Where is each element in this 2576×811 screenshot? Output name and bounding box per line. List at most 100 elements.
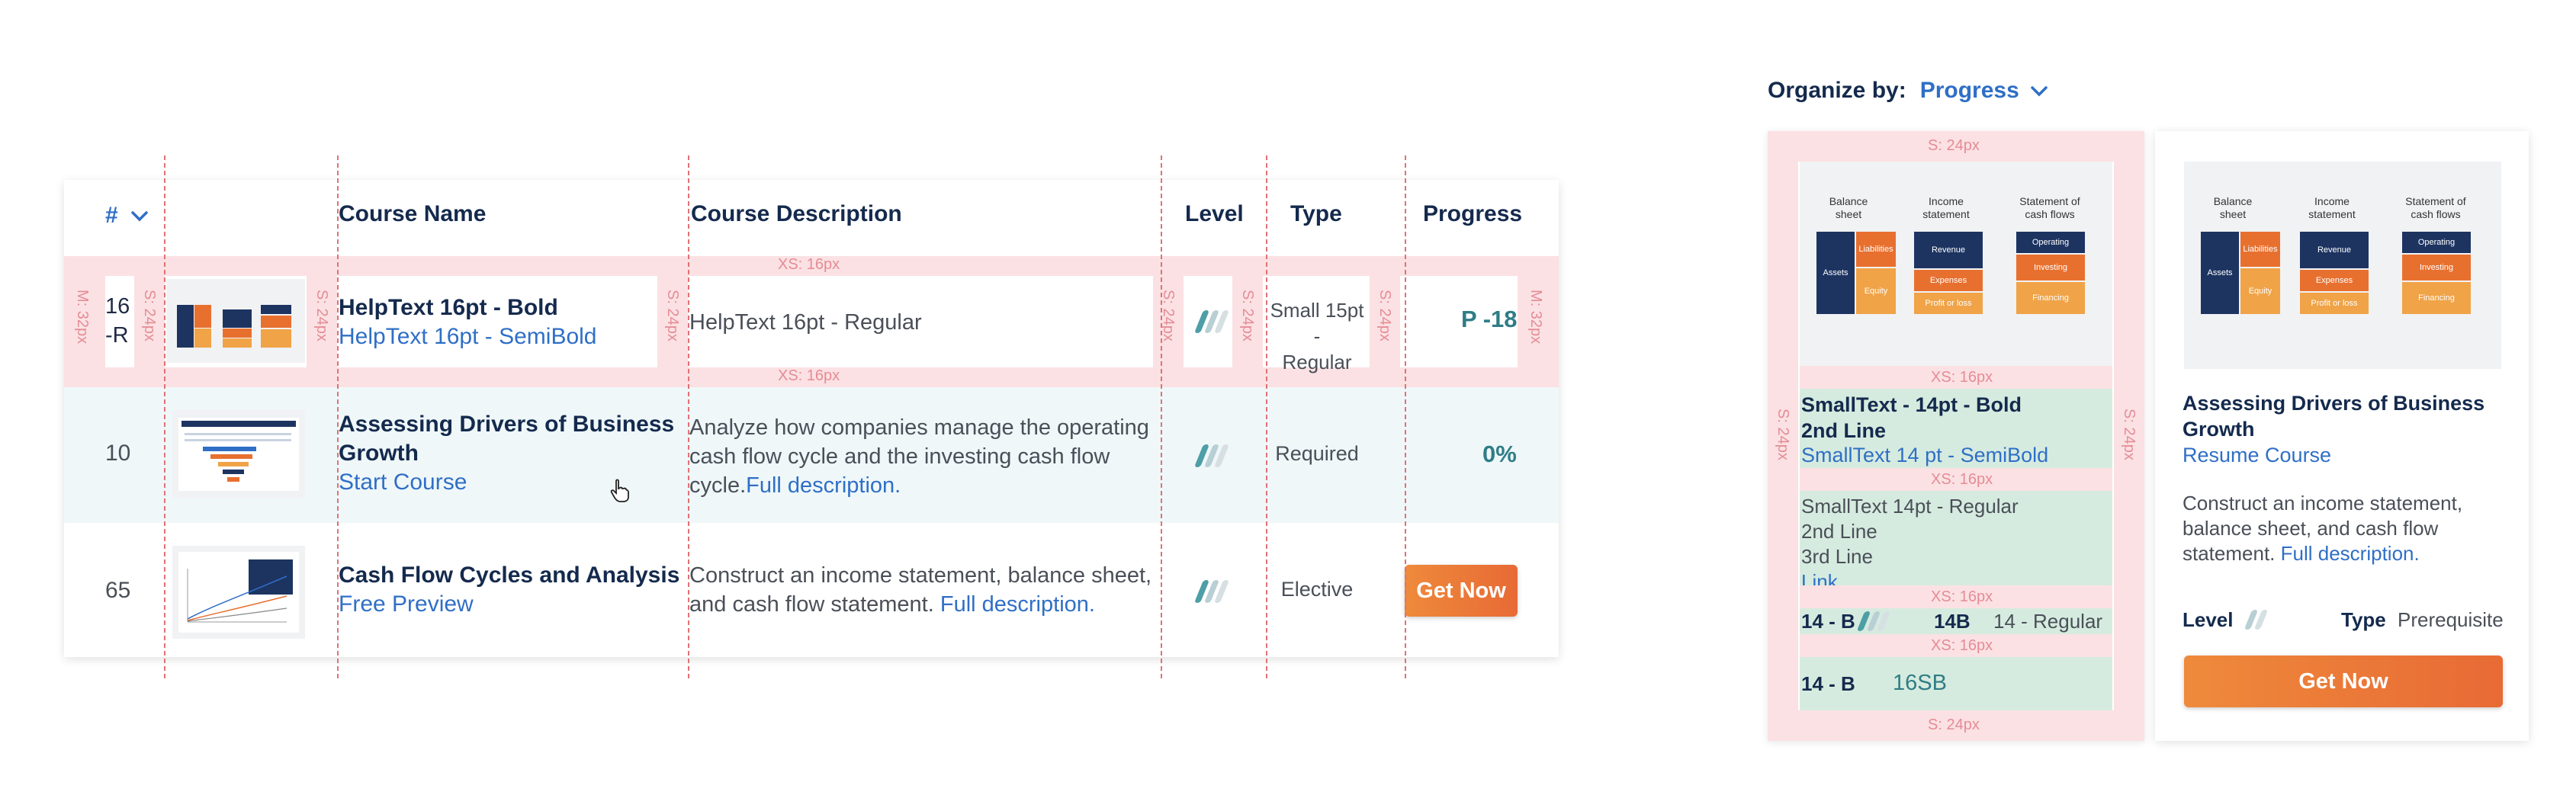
spacer-label: S: 24px [313,290,330,341]
level-bars-icon [1193,580,1230,607]
hand-pointer-icon [610,479,629,502]
desc-line: cash flow cycle and the investing cash f… [689,444,1110,469]
course-thumbnail [172,410,305,498]
get-now-button[interactable]: Get Now [1405,565,1518,617]
diagram-block: Revenue [2300,232,2369,268]
spec-body-line: 2nd Line [1801,520,1877,543]
level-header[interactable]: Level [1185,201,1244,227]
row-index: 10 [105,441,131,466]
diagram-block: Operating [2016,232,2085,253]
full-description-link[interactable]: Full description. [2281,542,2420,565]
diagram-block: Liabilities [1856,232,1896,267]
row-type: Required [1275,442,1359,465]
diagram-block: Equity [2240,268,2280,314]
type-header[interactable]: Type [1290,201,1342,227]
spacer-label: XS: 16px [778,256,840,273]
spacer-label: S: 24px [664,290,681,341]
organize-label: Organize by: [1768,78,1906,103]
diagram-label: Balance sheet [1829,195,1868,220]
desc-line: balance sheet, and cash flow [2183,517,2439,540]
spacer-label: S: 24px [141,290,158,341]
organize-by: Organize by: Progress [1768,78,2048,104]
spacer-label: S: 24px [1775,409,1791,460]
diagram-label: Income statement [1922,195,1970,220]
course-title[interactable]: Growth [339,439,674,468]
spec-index-line: -R [105,323,129,348]
drivers-chart-icon [178,418,299,491]
spacer-label: M: 32px [74,290,91,345]
diagram-block: Assets [2201,232,2239,314]
diagram-block: Financing [2016,282,2085,314]
spec-foot-bold: 14 - B [1801,672,1855,695]
spacer-label: S: 24px [1928,716,1980,733]
free-preview-link[interactable]: Free Preview [339,590,679,619]
type-label: Type [2341,608,2386,631]
type-value: Prerequisite [2398,608,2504,631]
level-bars-icon [1193,444,1230,471]
footer-spec: 14 - B 16SB [1800,657,2112,710]
card-title-line: Assessing Drivers of Business [2183,392,2485,415]
guide-line [337,155,339,678]
level-bars-icon [1193,310,1230,337]
course-image: Balance sheet Income statement Statement… [1800,162,2112,366]
course-link[interactable]: HelpText 16pt - SemiBold [339,322,597,351]
spec-index-line: 16 [105,294,130,319]
spec-description: HelpText 16pt - Regular [689,310,922,335]
desc-line: cycle. [689,473,747,498]
card-title[interactable]: Assessing Drivers of Business Growth [2183,390,2484,442]
guide-line [1161,155,1162,678]
course-name-header[interactable]: Course Name [339,201,486,227]
spec-meta-bold: 14B [1934,610,1971,633]
spec-meta-bold: 14 - B [1801,610,1855,633]
spacer-label: S: 24px [1376,290,1393,341]
spec-title-line: 2nd Line [1801,419,1887,442]
spacer-label: S: 24px [2121,409,2138,460]
row-description: Analyze how companies manage the operati… [689,413,1149,500]
chevron-down-icon[interactable] [2030,83,2048,98]
course-title[interactable]: Cash Flow Cycles and Analysis [339,561,679,590]
organize-dropdown[interactable]: Progress [1920,78,2019,104]
diagram-block: Investing [2016,255,2085,280]
statements-diagram-icon [177,305,291,348]
progress-header[interactable]: Progress [1423,201,1522,227]
card-title-line: Growth [2183,418,2255,441]
spacer-label: XS: 16px [1931,471,1993,488]
row-progress: 0% [1482,441,1517,467]
spec-title: SmallText - 14pt - Bold 2nd Line [1801,392,2022,444]
desc-line: and cash flow statement. [689,592,934,617]
type-line: Small 15pt - [1270,299,1364,348]
spacer-label: XS: 16px [1931,369,1993,386]
level-bars-icon [2244,610,2269,633]
diagram-block: Financing [2402,282,2471,314]
card-description: Construct an income statement, balance s… [2183,491,2462,566]
title-spec: SmallText - 14pt - Bold 2nd Line SmallTe… [1800,389,2112,468]
diagram-label: Balance sheet [2213,195,2253,220]
description-header: Course Description [691,201,902,226]
diagram-block: Expenses [2300,270,2369,291]
guide-line [164,155,165,678]
diagram-block: Profit or loss [2300,293,2369,314]
desc-line: Construct an income statement, balance s… [689,563,1152,588]
get-now-button[interactable]: Get Now [2184,656,2503,707]
guide-line [1405,155,1406,678]
meta-spec: 14 - B 14B 14 - Regular [1800,608,2112,634]
spec-name: HelpText 16pt - Bold HelpText 16pt - Sem… [339,293,597,351]
spec-title-line: SmallText - 14pt - Bold [1801,393,2022,416]
course-thumbnail [166,279,305,363]
spec-progress: P -18 [1461,306,1518,332]
course-title[interactable]: Assessing Drivers of Business [339,410,674,439]
diagram-block: Liabilities [2240,232,2280,267]
spacer-label: S: 24px [1239,290,1256,341]
full-description-link[interactable]: Full description. [940,592,1095,617]
spec-body-line: 3rd Line [1801,545,1873,568]
guide-line [688,155,689,678]
spec-foot-semibold: 16SB [1893,671,1947,695]
sort-index[interactable]: # [105,203,149,229]
level-label: Level [2183,608,2234,631]
diagram-label: Statement of cash flows [2405,195,2466,220]
guide-line [1266,155,1267,678]
spec-link[interactable]: SmallText 14 pt - SemiBold [1801,444,2048,467]
spec-type: Small 15pt - Regular [1264,297,1370,375]
full-description-link[interactable]: Full description. [746,473,901,498]
resume-course-link[interactable]: Resume Course [2183,444,2331,467]
